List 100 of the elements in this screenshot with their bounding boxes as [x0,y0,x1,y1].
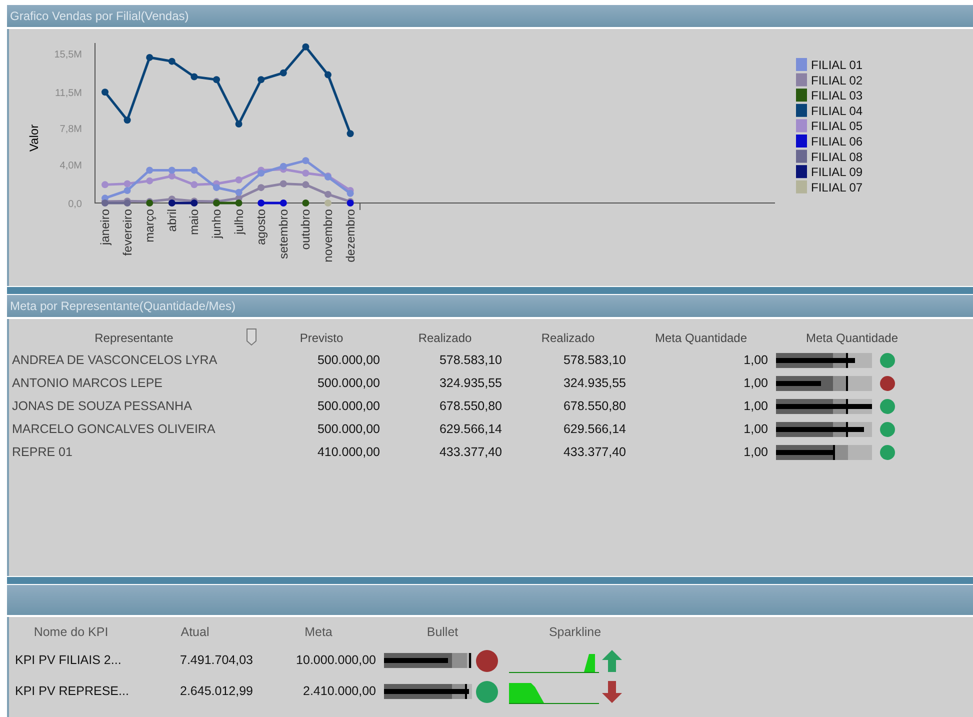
column-header[interactable]: Realizado [384,329,506,347]
table-cell-text: 678.550,80 [562,398,627,416]
point [258,170,265,177]
legend-label: FILIAL 02 [811,73,863,88]
point [213,184,220,192]
table-cell-text: 2.645.012,99 [179,683,254,700]
legend-swatch [796,88,807,102]
column-header[interactable]: Meta Quantidade [630,329,772,347]
table-cell-text: 324.935,55 [562,375,627,392]
point [213,76,220,84]
axis-tick-label: março [142,209,157,242]
axis-title: Valor [27,124,41,152]
legend-label: FILIAL 07 [811,180,863,194]
point [302,170,310,177]
column-header[interactable]: Atual [133,622,257,642]
point [168,172,176,180]
column-header[interactable]: Previsto [259,329,384,347]
legend-swatch [796,150,807,163]
axis-tick-label: 4,0M [60,160,82,172]
table-cell-text: 629.566,14 [562,421,627,438]
point [346,190,354,197]
table-cell-text: 433.377,40 [438,444,503,462]
point [146,166,154,174]
column-header[interactable]: Meta Quantidade [772,329,932,347]
legend-label: FILIAL 03 [811,88,863,103]
point [280,200,287,206]
table-cell-text: 500.000,00 [316,398,381,416]
table-cell-text: 578.583,10 [562,352,627,370]
table-cell-text: 1,00 [742,398,769,416]
point [324,190,332,198]
column-header[interactable]: Realizado [506,329,630,347]
axis-tick-label: novembro [321,209,335,262]
legend-label: FILIAL 05 [811,119,863,134]
point [146,54,154,61]
point [302,181,310,188]
table-cell-text: ANTONIO MARCOS LEPE [11,375,164,392]
table-cell-text: MARCELO GONCALVES OLIVEIRA [11,421,216,438]
axis-tick-label: julho [232,209,246,234]
point [258,76,265,84]
point [190,73,198,80]
axis-tick-label: dezembro [343,209,358,262]
table-cell-text: 500.000,00 [316,375,381,392]
point [102,88,108,96]
table-cell-text: ANDREA DE VASCONCELOS LYRA [11,352,218,370]
column-header[interactable]: Sparkline [505,622,645,642]
point [235,120,242,128]
column-header[interactable]: Representante [94,329,174,347]
legend-swatch [796,58,807,71]
legend-swatch [796,73,807,86]
point [190,166,198,174]
axis-tick-label: setembro [276,209,290,260]
table-cell-text: KPI PV REPRESE... [14,683,130,700]
table-cell-text: 500.000,00 [316,352,381,370]
table-cell-text: 7.491.704,03 [179,652,254,670]
point [280,162,287,170]
legend-swatch [796,104,807,117]
point [124,116,131,124]
axis-tick-label: fevereiro [120,209,134,256]
axis-tick-label: janeiro [98,209,112,246]
axis-tick-label: 0,0 [68,199,82,210]
column-header[interactable]: Nome do KPI [9,622,133,642]
table-cell-text: 1,00 [742,375,769,392]
axis-tick-label: 15,5M [54,50,82,61]
table-cell-text: 410.000,00 [316,444,381,462]
point [235,176,242,184]
point [258,200,265,206]
axis-tick-label: 7,8M [60,124,82,135]
up-arrow-icon [601,648,623,672]
panel-title: Meta por Representante(Quantidade/Mes) [10,298,236,315]
point [124,186,131,194]
point [168,166,176,174]
column-header[interactable]: Bullet [380,622,505,642]
point [302,157,310,164]
table-cell-text: 324.935,55 [438,375,503,392]
table-cell-text: 1,00 [742,352,769,370]
point [124,180,131,188]
legend-label: FILIAL 06 [811,134,863,148]
point [258,184,265,192]
axis-tick-label: abril [164,209,179,232]
point [235,200,242,206]
table-cell-text: REPRE 01 [11,444,74,462]
point [302,200,310,206]
legend-swatch [796,165,807,178]
legend-swatch [796,134,807,148]
point [146,177,154,184]
legend-label: FILIAL 01 [811,58,863,72]
column-handle-icon[interactable] [246,328,257,346]
point [302,43,310,50]
axis-tick-label: maio [187,209,202,236]
axis-tick-label: 11,5M [54,88,82,100]
down-arrow-icon [601,680,623,704]
point [168,200,176,206]
table-cell-text: 1,00 [742,421,769,438]
point [235,188,242,196]
point [190,181,198,188]
legend-label: FILIAL 04 [811,104,863,118]
table-cell-text: 2.410.000,00 [302,683,377,700]
axis-tick-label: junho [210,209,224,238]
column-header[interactable]: Meta [257,622,380,642]
table-cell-text: 433.377,40 [562,444,627,462]
